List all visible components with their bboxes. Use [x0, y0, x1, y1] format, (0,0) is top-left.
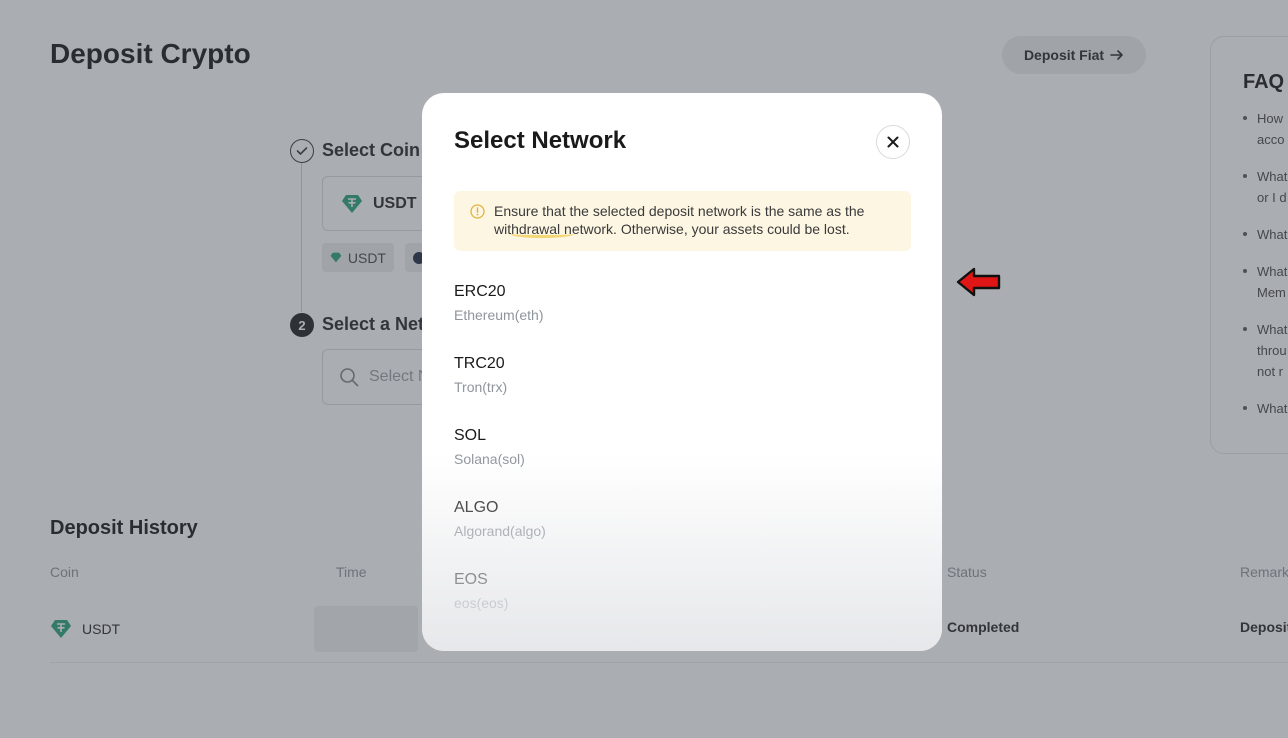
- network-name: Ethereum(eth): [454, 307, 544, 323]
- network-option-erc20[interactable]: ERC20 Ethereum(eth): [454, 282, 914, 354]
- network-code: TRC20: [454, 355, 505, 372]
- network-option-sol[interactable]: SOL Solana(sol): [454, 426, 914, 498]
- network-option-trc20[interactable]: TRC20 Tron(trx): [454, 354, 914, 426]
- network-name: Solana(sol): [454, 451, 525, 467]
- close-icon: [887, 136, 899, 148]
- network-list: ERC20 Ethereum(eth) TRC20 Tron(trx) SOL …: [454, 282, 914, 642]
- network-name: eos(eos): [454, 595, 509, 611]
- network-code: SOL: [454, 427, 487, 444]
- select-network-modal: Select Network Ensure that the selected …: [422, 93, 942, 651]
- red-arrow-icon: [956, 267, 1001, 297]
- network-name: Tron(trx): [454, 379, 508, 395]
- network-warning: Ensure that the selected deposit network…: [454, 191, 911, 251]
- network-option-eos[interactable]: EOS eos(eos): [454, 570, 914, 642]
- close-button[interactable]: [876, 125, 910, 159]
- network-name: Algorand(algo): [454, 523, 546, 539]
- network-option-algo[interactable]: ALGO Algorand(algo): [454, 498, 914, 570]
- modal-title: Select Network: [454, 127, 627, 154]
- network-code: EOS: [454, 571, 488, 588]
- warning-icon: [470, 204, 485, 219]
- network-code: ALGO: [454, 499, 499, 516]
- network-code: ERC20: [454, 283, 506, 300]
- highlight-underline: [510, 230, 574, 238]
